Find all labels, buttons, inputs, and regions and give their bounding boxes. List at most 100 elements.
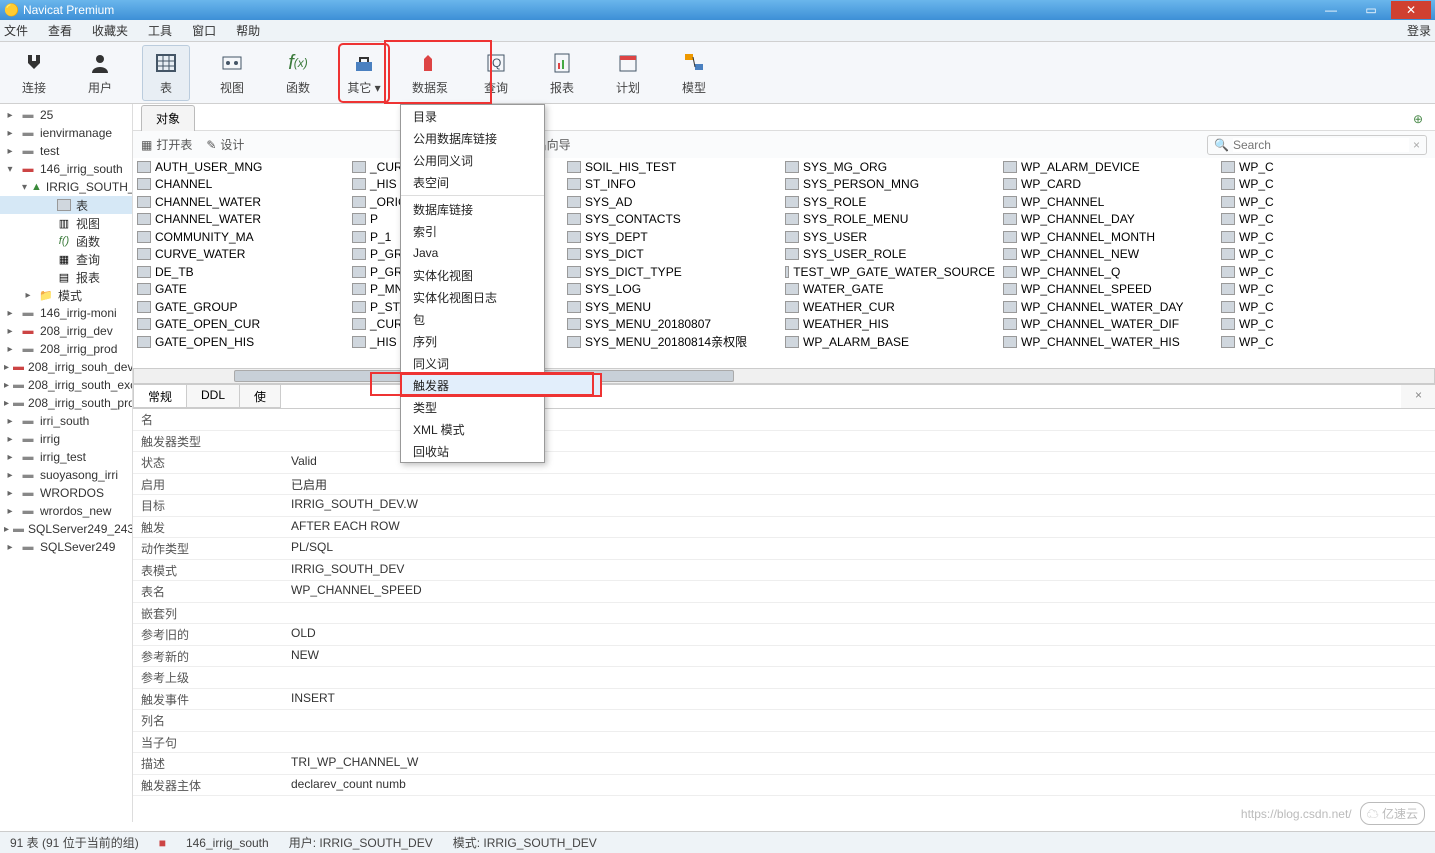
toolbar-function[interactable]: f(x) 函数	[274, 45, 322, 101]
menu-tools[interactable]: 工具	[148, 22, 172, 39]
expand-icon[interactable]: ▸	[22, 290, 34, 301]
tree-node[interactable]: ▸▬suoyasong_irri	[0, 466, 132, 484]
menu-item[interactable]: 表空间	[401, 171, 544, 193]
menu-item[interactable]: 公用数据库链接	[401, 127, 544, 149]
menu-view[interactable]: 查看	[48, 22, 72, 39]
table-item[interactable]: WP_C	[1217, 193, 1435, 211]
table-item[interactable]: WP_CHANNEL	[999, 193, 1217, 211]
table-item[interactable]: GATE_OPEN_CUR	[133, 316, 348, 334]
toolbar-plan[interactable]: 计划	[604, 45, 652, 101]
table-item[interactable]: COMMUNITY_MA	[133, 228, 348, 246]
toolbar-user[interactable]: 用户	[76, 45, 124, 101]
toolbar-table[interactable]: 表	[142, 45, 190, 101]
tree-node[interactable]: ▸▬irri_south	[0, 412, 132, 430]
table-item[interactable]: SYS_AD	[563, 193, 781, 211]
table-item[interactable]: ST_INFO	[563, 176, 781, 194]
toolbar-connect[interactable]: 连接	[10, 45, 58, 101]
tree-node[interactable]: ▸▬irrig_test	[0, 448, 132, 466]
table-item[interactable]: SYS_MENU	[563, 298, 781, 316]
menu-item[interactable]: 目录	[401, 105, 544, 127]
tree-node[interactable]: ▸▬208_irrig_prod	[0, 340, 132, 358]
tree-node[interactable]: ▸▬wrordos_new	[0, 502, 132, 520]
menu-item[interactable]: XML 模式	[401, 418, 544, 440]
menu-item[interactable]: 包	[401, 308, 544, 330]
tab-add-icon[interactable]: ⊕	[1409, 108, 1427, 130]
tree-node[interactable]: ▸▬208_irrig_south_exchange	[0, 376, 132, 394]
table-item[interactable]: SYS_DICT_TYPE	[563, 263, 781, 281]
table-item[interactable]: WP_CHANNEL_WATER_DAY	[999, 298, 1217, 316]
tree-node[interactable]: ▸▬WRORDOS	[0, 484, 132, 502]
toolbar-query[interactable]: Q 查询	[472, 45, 520, 101]
table-item[interactable]: WEATHER_HIS	[781, 316, 999, 334]
tree-node[interactable]: ▸▬test	[0, 142, 132, 160]
tree-node[interactable]: 表	[0, 196, 132, 214]
tree-node[interactable]: ▦查询	[0, 250, 132, 268]
menu-item[interactable]: 类型	[401, 396, 544, 418]
minimize-button[interactable]: —	[1311, 1, 1351, 19]
table-item[interactable]: CHANNEL	[133, 176, 348, 194]
tree-node[interactable]: f()函数	[0, 232, 132, 250]
tab-general[interactable]: 常规	[133, 385, 187, 408]
menu-item[interactable]: 数据库链接	[401, 198, 544, 220]
table-item[interactable]: CHANNEL_WATER	[133, 193, 348, 211]
table-item[interactable]: WP_ALARM_BASE	[781, 333, 999, 351]
expand-icon[interactable]: ▸	[4, 416, 16, 427]
table-item[interactable]: SYS_LOG	[563, 281, 781, 299]
table-item[interactable]: SYS_USER_ROLE	[781, 246, 999, 264]
expand-icon[interactable]: ▸	[4, 470, 16, 481]
table-item[interactable]: CURVE_WATER	[133, 246, 348, 264]
connection-tree[interactable]: ▸▬25▸▬ienvirmanage▸▬test▾▬146_irrig_sout…	[0, 104, 133, 822]
table-item[interactable]: WATER_GATE	[781, 281, 999, 299]
menu-item[interactable]: 索引	[401, 220, 544, 242]
menu-item[interactable]: Java	[401, 242, 544, 264]
table-item[interactable]: WP_CHANNEL_DAY	[999, 211, 1217, 229]
table-item[interactable]: WP_CHANNEL_SPEED	[999, 281, 1217, 299]
menu-help[interactable]: 帮助	[236, 22, 260, 39]
table-item[interactable]: SYS_DEPT	[563, 228, 781, 246]
toolbar-report[interactable]: 报表	[538, 45, 586, 101]
search-input[interactable]	[1233, 138, 1409, 152]
toolbar-model[interactable]: 模型	[670, 45, 718, 101]
expand-icon[interactable]: ▸	[4, 128, 16, 139]
table-item[interactable]: WP_C	[1217, 316, 1435, 334]
table-item[interactable]: GATE	[133, 281, 348, 299]
expand-icon[interactable]: ▾	[22, 182, 27, 193]
table-item[interactable]: WP_C	[1217, 158, 1435, 176]
expand-icon[interactable]: ▾	[4, 164, 16, 175]
tree-node[interactable]: ▸▬SQLSever249	[0, 538, 132, 556]
toolbar-other[interactable]: 其它 ▾	[340, 45, 388, 101]
table-item[interactable]: WP_C	[1217, 246, 1435, 264]
table-item[interactable]: WP_C	[1217, 333, 1435, 351]
table-item[interactable]: WP_C	[1217, 211, 1435, 229]
menu-fav[interactable]: 收藏夹	[92, 22, 128, 39]
table-item[interactable]: WP_CHANNEL_WATER_DIF	[999, 316, 1217, 334]
tab-objects[interactable]: 对象	[141, 105, 195, 131]
table-item[interactable]: DE_TB	[133, 263, 348, 281]
table-item[interactable]: WP_CHANNEL_Q	[999, 263, 1217, 281]
menu-item[interactable]: 实体化视图日志	[401, 286, 544, 308]
menu-item[interactable]: 回收站	[401, 440, 544, 462]
toolbar-pump[interactable]: 数据泵	[406, 45, 454, 101]
table-item[interactable]: SYS_CONTACTS	[563, 211, 781, 229]
close-button[interactable]: ✕	[1391, 1, 1431, 19]
expand-icon[interactable]: ▸	[4, 380, 9, 391]
expand-icon[interactable]: ▸	[4, 452, 16, 463]
table-item[interactable]: WP_C	[1217, 263, 1435, 281]
menu-item[interactable]: 公用同义词	[401, 149, 544, 171]
open-table-button[interactable]: ▦打开表	[141, 136, 192, 153]
expand-icon[interactable]: ▸	[4, 398, 9, 409]
tab-close-icon[interactable]: ×	[1401, 385, 1435, 408]
table-item[interactable]: AUTH_USER_MNG	[133, 158, 348, 176]
search-box[interactable]: 🔍 ×	[1207, 135, 1427, 155]
tree-node[interactable]: ▸▬irrig	[0, 430, 132, 448]
tree-node[interactable]: ▸📁模式	[0, 286, 132, 304]
table-item[interactable]: SYS_ROLE_MENU	[781, 211, 999, 229]
menu-item[interactable]: 触发器	[401, 374, 601, 396]
maximize-button[interactable]: ▭	[1351, 1, 1391, 19]
horizontal-scrollbar[interactable]	[133, 368, 1435, 384]
tab-use[interactable]: 使	[239, 385, 281, 408]
table-item[interactable]: WP_C	[1217, 281, 1435, 299]
table-item[interactable]: WP_CHANNEL_WATER_HIS	[999, 333, 1217, 351]
expand-icon[interactable]: ▸	[4, 488, 16, 499]
expand-icon[interactable]: ▸	[4, 524, 9, 535]
